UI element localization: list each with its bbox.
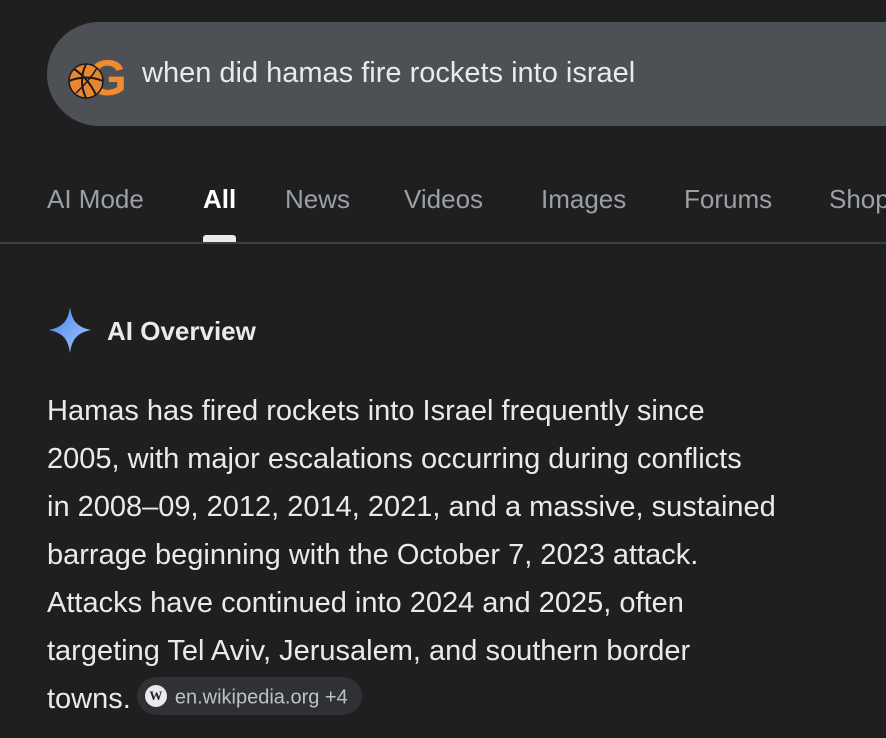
tab-all[interactable]: All: [203, 182, 236, 216]
tab-news[interactable]: News: [285, 182, 350, 216]
source-chip-label: en.wikipedia.org +4: [174, 686, 348, 709]
overview-line: in 2008–09, 2012, 2014, 2021, and a mass…: [47, 491, 776, 523]
overview-line: towns.: [47, 683, 131, 715]
search-input[interactable]: when did hamas fire rockets into israel: [142, 53, 635, 93]
sparkle-icon: [49, 307, 91, 353]
tab-ai-mode[interactable]: AI Mode: [47, 182, 144, 216]
basketball-google-logo-icon[interactable]: G: [66, 52, 126, 102]
tab-shopping[interactable]: Shop: [829, 182, 886, 216]
overview-line: targeting Tel Aviv, Jerusalem, and south…: [47, 635, 691, 667]
source-chip[interactable]: Wen.wikipedia.org +4: [136, 677, 362, 716]
overview-line: 2005, with major escalations occurring d…: [47, 443, 742, 475]
overview-line: barrage beginning with the October 7, 20…: [47, 539, 699, 571]
overview-line: Attacks have continued into 2024 and 202…: [47, 587, 684, 619]
tab-forums[interactable]: Forums: [684, 182, 772, 216]
tabs-divider: [0, 242, 886, 244]
ai-overview-text: Hamas has fired rockets into Israel freq…: [47, 387, 867, 723]
tab-videos[interactable]: Videos: [404, 182, 483, 216]
ai-overview-title: AI Overview: [107, 316, 256, 346]
overview-last-line: towns. Wen.wikipedia.org +4: [47, 675, 867, 723]
tab-images[interactable]: Images: [541, 182, 626, 216]
active-tab-indicator: [203, 235, 236, 242]
search-results-page: G when did hamas fire rockets into israe…: [0, 0, 886, 738]
search-tabs: AI Mode All News Videos Images Forums Sh…: [0, 170, 886, 242]
overview-line: Hamas has fired rockets into Israel freq…: [47, 395, 705, 427]
wikipedia-icon: W: [144, 684, 167, 707]
